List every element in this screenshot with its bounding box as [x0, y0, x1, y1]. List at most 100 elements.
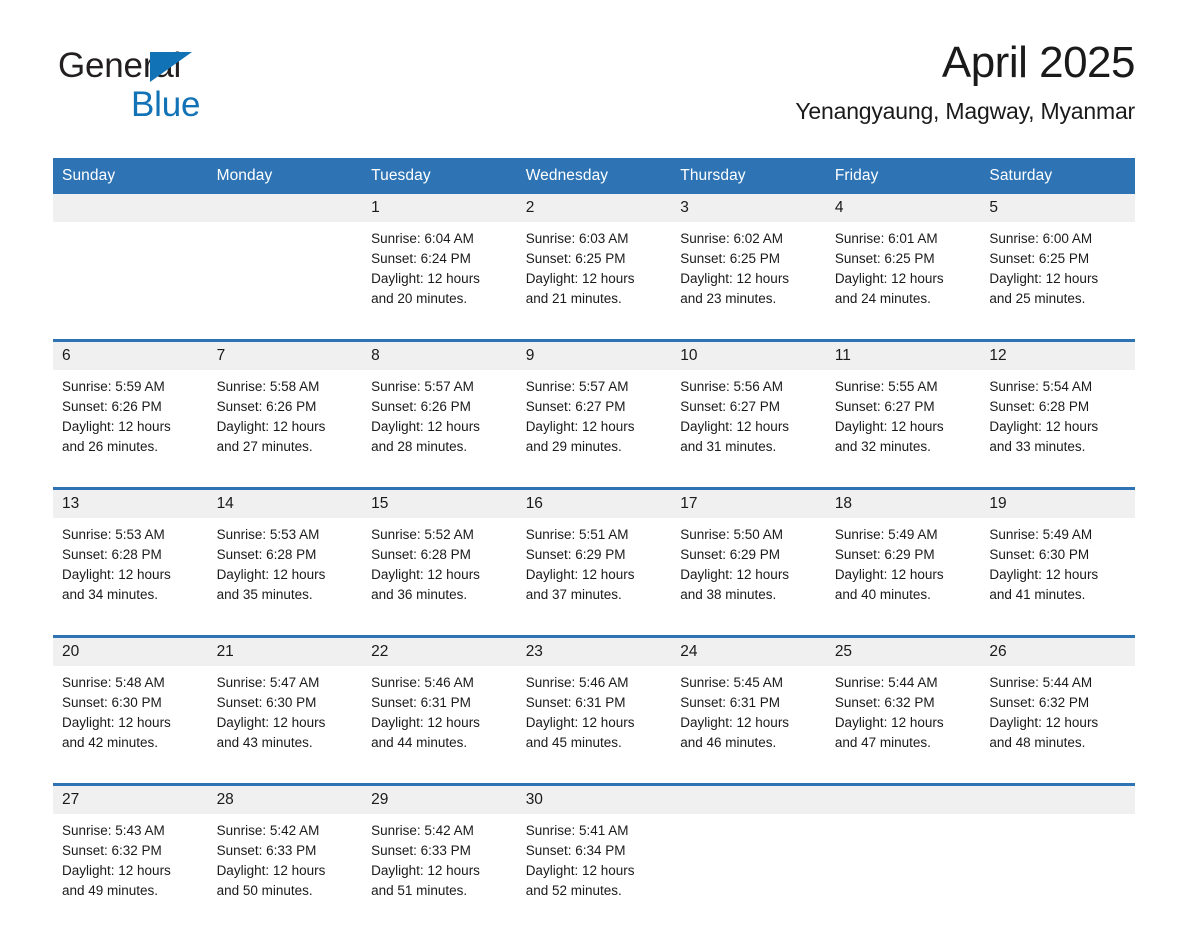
day-number-6[interactable]: 6 — [53, 342, 208, 370]
day-sunset-text: Sunset: 6:28 PM — [989, 399, 1090, 414]
day-number-8[interactable]: 8 — [362, 342, 517, 370]
day-sunset-text: Sunset: 6:28 PM — [62, 547, 162, 562]
day-number-23[interactable]: 23 — [516, 638, 672, 666]
day-cell-17[interactable]: Sunrise: 5:50 AM Sunset: 6:29 PM Daylight:… — [671, 518, 826, 635]
day-daylight-line1-text: Daylight: 12 hours — [371, 715, 480, 730]
day-cell-25[interactable]: Sunrise: 5:44 AM Sunset: 6:32 PM Daylight:… — [825, 666, 981, 783]
day-cell-12[interactable]: Sunrise: 5:54 AM Sunset: 6:28 PM Daylight:… — [980, 370, 1135, 487]
day-cell-2[interactable]: Sunrise: 6:03 AM Sunset: 6:25 PM Daylight:… — [516, 222, 672, 339]
day-cell-21[interactable]: Sunrise: 5:47 AM Sunset: 6:30 PM Daylight:… — [207, 666, 363, 783]
day-sunrise-text: Sunrise: 5:46 AM — [371, 675, 474, 690]
day-number-24[interactable]: 24 — [671, 638, 826, 666]
day-sunrise-text: Sunrise: 5:48 AM — [62, 675, 165, 690]
day-number-5[interactable]: 5 — [980, 194, 1135, 222]
day-number-19[interactable]: 19 — [980, 490, 1135, 518]
column-header-friday: Friday — [825, 158, 981, 194]
day-cell-27[interactable]: Sunrise: 5:43 AM Sunset: 6:32 PM Daylight:… — [53, 814, 208, 931]
day-sunset-text: Sunset: 6:27 PM — [834, 399, 935, 414]
day-cell-4[interactable]: Sunrise: 6:01 AM Sunset: 6:25 PM Daylight:… — [825, 222, 981, 339]
day-sunrise-text: Sunrise: 5:43 AM — [62, 823, 165, 838]
day-daylight-line1-text: Daylight: 12 hours — [680, 419, 790, 434]
day-sunrise-text: Sunrise: 5:54 AM — [989, 379, 1093, 394]
day-number-1[interactable]: 1 — [362, 194, 517, 222]
day-cell-26[interactable]: Sunrise: 5:44 AM Sunset: 6:32 PM Daylight:… — [980, 666, 1135, 783]
day-cell-15[interactable]: Sunrise: 5:52 AM Sunset: 6:28 PM Daylight:… — [362, 518, 517, 635]
day-daylight-line2-text: and 29 minutes. — [525, 439, 622, 454]
day-number-20[interactable]: 20 — [53, 638, 208, 666]
day-daylight-line2-text: and 23 minutes. — [680, 291, 777, 306]
day-cell-22[interactable]: Sunrise: 5:46 AM Sunset: 6:31 PM Daylight:… — [362, 666, 517, 783]
day-number-9[interactable]: 9 — [516, 342, 672, 370]
day-sunset-text: Sunset: 6:31 PM — [371, 695, 471, 710]
day-number-17[interactable]: 17 — [671, 490, 826, 518]
day-cell-5[interactable]: Sunrise: 6:00 AM Sunset: 6:25 PM Daylight:… — [980, 222, 1135, 339]
week-detail-row: Sunrise: 5:48 AM Sunset: 6:30 PM Daylight:… — [53, 666, 1135, 783]
day-number-29[interactable]: 29 — [362, 786, 517, 814]
day-cell-13[interactable]: Sunrise: 5:53 AM Sunset: 6:28 PM Daylight:… — [53, 518, 208, 635]
day-cell-8[interactable]: Sunrise: 5:57 AM Sunset: 6:26 PM Daylight:… — [362, 370, 517, 487]
day-cell-14[interactable]: Sunrise: 5:53 AM Sunset: 6:28 PM Daylight:… — [207, 518, 363, 635]
day-daylight-line2-text: and 24 minutes. — [834, 291, 931, 306]
day-daylight-line2-text: and 44 minutes. — [371, 735, 468, 750]
day-cell-16[interactable]: Sunrise: 5:51 AM Sunset: 6:29 PM Daylight:… — [516, 518, 672, 635]
generalblue-logo[interactable]: General Blue — [58, 48, 318, 122]
day-cell-19[interactable]: Sunrise: 5:49 AM Sunset: 6:30 PM Daylight:… — [980, 518, 1135, 635]
day-cell-6[interactable]: Sunrise: 5:59 AM Sunset: 6:26 PM Daylight:… — [53, 370, 208, 487]
day-number-28[interactable]: 28 — [207, 786, 363, 814]
day-number-3[interactable]: 3 — [671, 194, 826, 222]
day-number-27[interactable]: 27 — [53, 786, 208, 814]
day-number-25[interactable]: 25 — [825, 638, 981, 666]
day-sunrise-text: Sunrise: 5:42 AM — [216, 823, 320, 838]
day-sunset-text: Sunset: 6:26 PM — [371, 399, 471, 414]
day-daylight-line1-text: Daylight: 12 hours — [834, 271, 944, 286]
day-cell-10[interactable]: Sunrise: 5:56 AM Sunset: 6:27 PM Daylight:… — [671, 370, 826, 487]
week-detail-row: Sunrise: 5:43 AM Sunset: 6:32 PM Daylight:… — [53, 814, 1135, 931]
day-number-22[interactable]: 22 — [362, 638, 517, 666]
day-cell-7[interactable]: Sunrise: 5:58 AM Sunset: 6:26 PM Daylight:… — [207, 370, 363, 487]
day-cell-29[interactable]: Sunrise: 5:42 AM Sunset: 6:33 PM Daylight:… — [362, 814, 517, 931]
day-sunrise-text: Sunrise: 5:51 AM — [525, 527, 629, 542]
day-daylight-line2-text: and 52 minutes. — [525, 883, 622, 898]
day-daylight-line1-text: Daylight: 12 hours — [834, 567, 944, 582]
day-number-21[interactable]: 21 — [207, 638, 363, 666]
day-number-15[interactable]: 15 — [362, 490, 517, 518]
day-daylight-line2-text: and 42 minutes. — [62, 735, 159, 750]
day-cell-18[interactable]: Sunrise: 5:49 AM Sunset: 6:29 PM Daylight:… — [825, 518, 981, 635]
day-number-30[interactable]: 30 — [516, 786, 672, 814]
day-daylight-line2-text: and 40 minutes. — [834, 587, 931, 602]
day-sunset-text: Sunset: 6:25 PM — [525, 251, 626, 266]
day-number-7[interactable]: 7 — [207, 342, 363, 370]
day-number-4[interactable]: 4 — [825, 194, 981, 222]
day-daylight-line1-text: Daylight: 12 hours — [989, 715, 1099, 730]
day-cell-1[interactable]: Sunrise: 6:04 AM Sunset: 6:24 PM Daylight:… — [362, 222, 517, 339]
week-daynumber-row: 13 14 15 16 17 18 19 — [53, 490, 1135, 518]
day-cell-11[interactable]: Sunrise: 5:55 AM Sunset: 6:27 PM Daylight:… — [825, 370, 981, 487]
logo-text-blue: Blue — [131, 85, 201, 124]
day-sunrise-text: Sunrise: 5:57 AM — [371, 379, 474, 394]
day-number-12[interactable]: 12 — [980, 342, 1135, 370]
day-number-10[interactable]: 10 — [671, 342, 826, 370]
day-cell-24[interactable]: Sunrise: 5:45 AM Sunset: 6:31 PM Daylight:… — [671, 666, 826, 783]
day-number-16[interactable]: 16 — [516, 490, 672, 518]
day-daylight-line2-text: and 43 minutes. — [216, 735, 313, 750]
day-number-26[interactable]: 26 — [980, 638, 1135, 666]
day-daylight-line2-text: and 50 minutes. — [216, 883, 313, 898]
day-sunrise-text: Sunrise: 5:42 AM — [371, 823, 474, 838]
day-cell-3[interactable]: Sunrise: 6:02 AM Sunset: 6:25 PM Daylight:… — [671, 222, 826, 339]
day-number-2[interactable]: 2 — [516, 194, 672, 222]
day-cell-23[interactable]: Sunrise: 5:46 AM Sunset: 6:31 PM Daylight:… — [516, 666, 672, 783]
day-number-18[interactable]: 18 — [825, 490, 981, 518]
day-daylight-line2-text: and 38 minutes. — [680, 587, 777, 602]
week-daynumber-row: 27 28 29 30 — [53, 786, 1135, 814]
day-number-13[interactable]: 13 — [53, 490, 208, 518]
day-number-11[interactable]: 11 — [825, 342, 981, 370]
day-cell-30[interactable]: Sunrise: 5:41 AM Sunset: 6:34 PM Daylight:… — [516, 814, 672, 931]
day-cell-20[interactable]: Sunrise: 5:48 AM Sunset: 6:30 PM Daylight:… — [53, 666, 208, 783]
day-sunrise-text: Sunrise: 5:52 AM — [371, 527, 474, 542]
week-detail-row: Sunrise: 5:59 AM Sunset: 6:26 PM Daylight:… — [53, 370, 1135, 487]
day-number-14[interactable]: 14 — [207, 490, 363, 518]
day-daylight-line2-text: and 32 minutes. — [834, 439, 931, 454]
day-cell-9[interactable]: Sunrise: 5:57 AM Sunset: 6:27 PM Daylight:… — [516, 370, 672, 487]
day-cell-28[interactable]: Sunrise: 5:42 AM Sunset: 6:33 PM Daylight:… — [207, 814, 363, 931]
day-sunrise-text: Sunrise: 5:41 AM — [525, 823, 629, 838]
